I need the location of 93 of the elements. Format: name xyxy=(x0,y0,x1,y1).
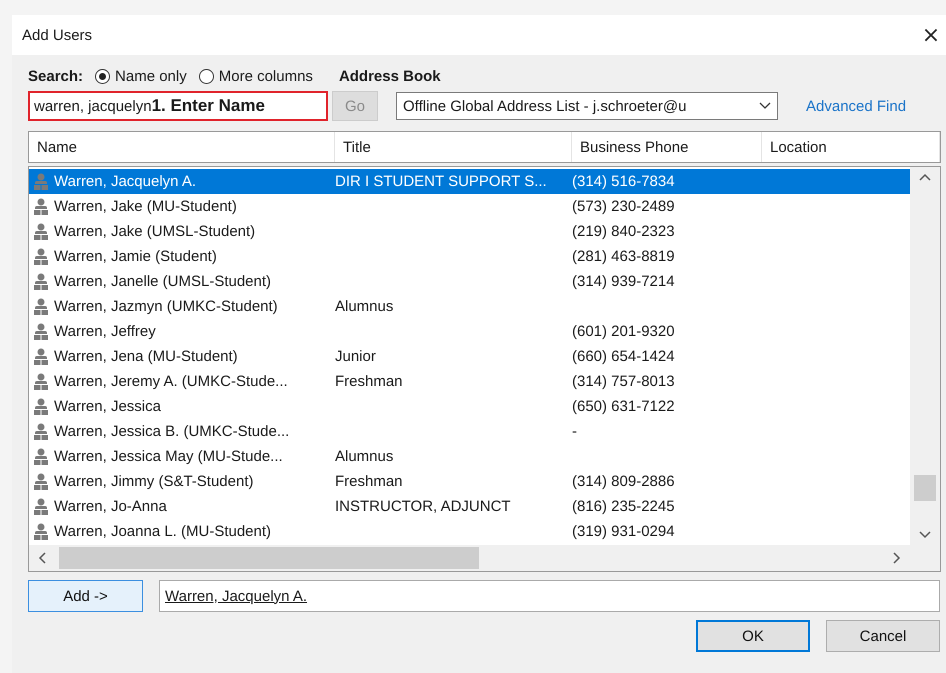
phone-text: (281) 463-8819 xyxy=(572,248,675,265)
phone-text: (319) 931-0294 xyxy=(572,523,675,540)
name-text: Warren, Jimmy (S&T-Student) xyxy=(54,473,254,490)
phone-text: (314) 516-7834 xyxy=(572,173,675,190)
person-icon xyxy=(34,223,48,240)
vertical-scrollbar[interactable] xyxy=(910,167,940,545)
user-row[interactable]: Warren, Jo-Anna INSTRUCTOR, ADJUNCT (816) 235-2245 xyxy=(29,494,910,519)
address-book-label: Address Book xyxy=(338,68,441,84)
add-button[interactable]: Add -> xyxy=(28,580,143,612)
annotation-label: 1. Enter Name xyxy=(152,96,265,116)
user-row[interactable]: Warren, Jessica May (MU-Stude... Alumnus xyxy=(29,444,910,469)
user-row[interactable]: Warren, Jimmy (S&T-Student) Freshman (314) 809-2886 xyxy=(29,469,910,494)
person-icon xyxy=(34,173,48,190)
name-text: Warren, Jeremy A. (UMKC-Stude... xyxy=(54,373,288,390)
title-text: Alumnus xyxy=(335,448,394,465)
title-text: Alumnus xyxy=(335,298,394,315)
scrollbar-thumb[interactable] xyxy=(914,475,936,501)
phone-text: (660) 654-1424 xyxy=(572,348,675,365)
title-text: INSTRUCTOR, ADJUNCT xyxy=(335,498,511,515)
window-title: Add Users xyxy=(22,26,92,44)
name-text: Warren, Jo-Anna xyxy=(54,498,167,515)
dialog-button[interactable]: Cancel xyxy=(826,620,940,652)
chevron-right-icon xyxy=(893,552,901,564)
chevron-down-icon xyxy=(919,531,931,539)
name-text: Warren, Jazmyn (UMKC-Student) xyxy=(54,298,278,315)
title-text: Junior xyxy=(335,348,376,365)
name-text: Warren, Jena (MU-Student) xyxy=(54,348,238,365)
user-row[interactable]: Warren, Jeremy A. (UMKC-Stude... Freshman (314) 757-8013 xyxy=(29,369,910,394)
column-header[interactable]: Title xyxy=(335,132,572,162)
user-row[interactable]: Warren, Jena (MU-Student) Junior (660) 654-1424 xyxy=(29,344,910,369)
title-text: Freshman xyxy=(335,373,403,390)
phone-text: - xyxy=(572,423,577,440)
person-icon xyxy=(34,298,48,315)
name-text: Warren, Jacquelyn A. xyxy=(54,173,196,190)
person-icon xyxy=(34,348,48,365)
name-text: Warren, Jessica B. (UMKC-Stude... xyxy=(54,423,290,440)
title-text: Freshman xyxy=(335,473,403,490)
user-row[interactable]: Warren, Jamie (Student) (281) 463-8819 xyxy=(29,244,910,269)
advanced-find-link[interactable]: Advanced Find xyxy=(806,98,906,114)
chevron-up-icon xyxy=(919,173,931,181)
phone-text: (314) 809-2886 xyxy=(572,473,675,490)
person-icon xyxy=(34,448,48,465)
person-icon xyxy=(34,323,48,340)
column-header[interactable]: Location xyxy=(762,132,940,162)
address-book-dropdown[interactable]: Offline Global Address List - j.schroeter@u xyxy=(396,92,778,120)
person-icon xyxy=(34,423,48,440)
user-row[interactable]: Warren, Jessica B. (UMKC-Stude... - xyxy=(29,419,910,444)
user-row[interactable]: Warren, Jake (MU-Student) (573) 230-2489 xyxy=(29,194,910,219)
person-icon xyxy=(34,473,48,490)
column-header[interactable]: Business Phone xyxy=(572,132,762,162)
user-row[interactable]: Warren, Jazmyn (UMKC-Student) Alumnus xyxy=(29,294,910,319)
phone-text: (573) 230-2489 xyxy=(572,198,675,215)
person-icon xyxy=(34,398,48,415)
search-label: Search: xyxy=(28,68,84,84)
user-row[interactable]: Warren, Jeffrey (601) 201-9320 xyxy=(29,319,910,344)
dialog-button[interactable]: OK xyxy=(696,620,810,652)
title-text: DIR I STUDENT SUPPORT S... xyxy=(335,173,547,190)
recipients-field[interactable]: Warren, Jacquelyn A. xyxy=(159,580,940,612)
name-text: Warren, Joanna L. (MU-Student) xyxy=(54,523,272,540)
person-icon xyxy=(34,273,48,290)
phone-text: (816) 235-2245 xyxy=(572,498,675,515)
radio-option[interactable]: Name only xyxy=(95,68,187,84)
recipient-name: Warren, Jacquelyn A. xyxy=(165,588,308,604)
close-button[interactable]: × xyxy=(916,22,946,48)
column-header[interactable]: Name xyxy=(29,132,335,162)
user-row[interactable]: Warren, Janelle (UMSL-Student) (314) 939-7214 xyxy=(29,269,910,294)
phone-text: (601) 201-9320 xyxy=(572,323,675,340)
horizontal-scrollbar[interactable] xyxy=(29,545,940,571)
user-row[interactable]: Warren, Joanna L. (MU-Student) (319) 931-0294 xyxy=(29,519,910,544)
person-icon xyxy=(34,373,48,390)
phone-text: (314) 939-7214 xyxy=(572,273,675,290)
person-icon xyxy=(34,248,48,265)
chevron-left-icon xyxy=(38,552,46,564)
phone-text: (219) 840-2323 xyxy=(572,223,675,240)
name-text: Warren, Jessica May (MU-Stude... xyxy=(54,448,283,465)
person-icon xyxy=(34,523,48,540)
name-text: Warren, Jeffrey xyxy=(54,323,156,340)
name-text: Warren, Jessica xyxy=(54,398,161,415)
name-text: Warren, Jamie (Student) xyxy=(54,248,217,265)
person-icon xyxy=(34,198,48,215)
phone-text: (650) 631-7122 xyxy=(572,398,675,415)
name-text: Warren, Jake (UMSL-Student) xyxy=(54,223,256,240)
phone-text: (314) 757-8013 xyxy=(572,373,675,390)
chevron-down-icon xyxy=(759,102,771,110)
name-text: Warren, Jake (MU-Student) xyxy=(54,198,237,215)
person-icon xyxy=(34,498,48,515)
radio-option[interactable]: More columns xyxy=(198,68,313,84)
scrollbar-thumb[interactable] xyxy=(59,547,479,569)
name-text: Warren, Janelle (UMSL-Student) xyxy=(54,273,272,290)
user-row[interactable]: Warren, Jacquelyn A. DIR I STUDENT SUPPORT S... (314) 516-7834 xyxy=(29,169,910,194)
user-row[interactable]: Warren, Jake (UMSL-Student) (219) 840-2323 xyxy=(29,219,910,244)
search-field[interactable]: warren, jacquelyn1. Enter Name xyxy=(28,91,328,121)
user-row[interactable]: Warren, Jessica (650) 631-7122 xyxy=(29,394,910,419)
